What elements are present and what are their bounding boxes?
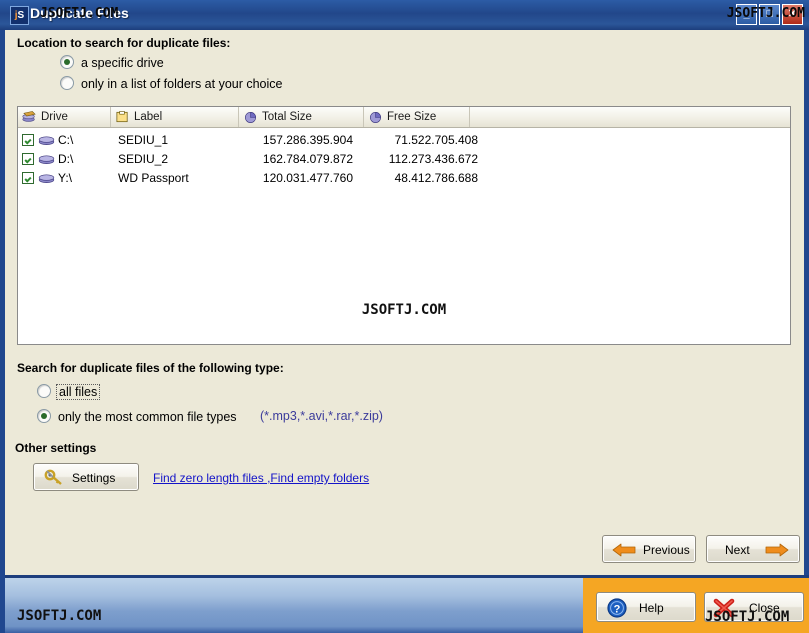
drive-list-header: Drive Label Total Size Free Size xyxy=(18,107,790,128)
pie-chart-icon xyxy=(370,111,381,123)
arrow-left-icon xyxy=(612,543,636,557)
column-header-free-size-label: Free Size xyxy=(387,111,437,123)
row-drive: Y:\ xyxy=(58,171,73,185)
radio-folder-list[interactable]: only in a list of folders at your choice xyxy=(60,76,283,91)
column-header-label[interactable]: Label xyxy=(111,107,239,127)
column-header-drive[interactable]: Drive xyxy=(18,107,111,127)
title-watermark: JSOFTJ.COM xyxy=(40,6,119,21)
radio-common-types[interactable]: only the most common file types xyxy=(37,409,237,424)
row-total-size: 157.286.395.904 xyxy=(262,133,353,147)
row-total-size: 162.784.079.872 xyxy=(262,152,353,166)
arrow-right-icon xyxy=(765,543,789,557)
radio-folder-list-indicator xyxy=(60,76,74,90)
row-free-size: 112.273.436.672 xyxy=(388,152,478,166)
hard-drive-icon xyxy=(38,136,55,145)
radio-specific-drive[interactable]: a specific drive xyxy=(60,55,164,70)
svg-text:?: ? xyxy=(614,604,621,616)
title-watermark-right: JSOFTJ.COM xyxy=(726,6,805,21)
row-label: WD Passport xyxy=(118,171,189,185)
application-window: jS Duplicate Files JSOFTJ.COM _ □ ✕ JSOF… xyxy=(0,0,809,633)
row-free-size: 71.522.705.408 xyxy=(394,133,478,147)
row-drive: C:\ xyxy=(58,133,74,147)
radio-folder-list-label: only in a list of folders at your choice xyxy=(81,77,283,91)
previous-button-label: Previous xyxy=(643,543,690,557)
row-label: SEDIU_2 xyxy=(118,152,169,166)
client-area: Location to search for duplicate files: … xyxy=(5,30,804,575)
radio-all-files[interactable]: all files xyxy=(37,384,101,400)
row-free-size: 48.412.786.688 xyxy=(394,171,478,185)
drive-list-watermark: JSOFTJ.COM xyxy=(361,302,447,318)
table-row[interactable]: Y:\ WD Passport 120.031.477.760 48.412.7… xyxy=(18,170,790,187)
radio-common-types-label: only the most common file types xyxy=(58,410,237,424)
column-header-total-size[interactable]: Total Size xyxy=(239,107,364,127)
drive-list[interactable]: Drive Label Total Size Free Size C:\ SED… xyxy=(17,106,791,345)
pie-chart-icon xyxy=(245,111,256,123)
row-checkbox[interactable] xyxy=(22,134,34,146)
footer-watermark-left: JSOFTJ.COM xyxy=(17,608,102,624)
radio-specific-drive-indicator xyxy=(60,55,74,69)
help-button-label: Help xyxy=(639,601,664,615)
title-bar: jS Duplicate Files JSOFTJ.COM _ □ ✕ JSOF… xyxy=(0,0,809,30)
other-settings-links: Find zero length files ,Find empty folde… xyxy=(153,471,369,485)
hard-drive-icon xyxy=(38,174,55,183)
row-checkbox[interactable] xyxy=(22,153,34,165)
settings-button[interactable]: Settings xyxy=(33,463,139,491)
column-header-free-size[interactable]: Free Size xyxy=(364,107,470,127)
link-find-zero-length-files[interactable]: Find zero length files xyxy=(153,471,267,485)
row-drive: D:\ xyxy=(58,152,74,166)
location-section-title: Location to search for duplicate files: xyxy=(17,36,231,50)
radio-all-files-indicator xyxy=(37,384,51,398)
column-header-drive-label: Drive xyxy=(41,111,68,123)
column-header-spacer xyxy=(470,107,790,127)
table-row[interactable]: C:\ SEDIU_1 157.286.395.904 71.522.705.4… xyxy=(18,132,790,149)
app-icon: jS xyxy=(10,6,29,25)
key-icon xyxy=(44,469,62,485)
other-settings-title: Other settings xyxy=(15,441,97,455)
previous-button[interactable]: Previous xyxy=(602,535,696,563)
link-find-empty-folders[interactable]: ,Find empty folders xyxy=(267,471,369,485)
hard-drive-icon xyxy=(38,155,55,164)
footer-watermark-right: JSOFTJ.COM xyxy=(705,609,790,625)
next-button-label: Next xyxy=(725,543,750,557)
column-header-label-label: Label xyxy=(134,111,163,123)
column-header-total-size-label: Total Size xyxy=(262,111,312,123)
radio-all-files-label: all files xyxy=(56,384,101,400)
radio-common-types-indicator xyxy=(37,409,51,423)
type-section-title: Search for duplicate files of the follow… xyxy=(17,361,284,375)
row-checkbox[interactable] xyxy=(22,172,34,184)
table-row[interactable]: D:\ SEDIU_2 162.784.079.872 112.273.436.… xyxy=(18,151,790,168)
radio-specific-drive-label: a specific drive xyxy=(81,56,164,70)
row-label: SEDIU_1 xyxy=(118,133,169,147)
extensions-hint: (*.mp3,*.avi,*.rar,*.zip) xyxy=(260,409,383,423)
help-icon: ? xyxy=(607,598,627,618)
help-button[interactable]: ? Help xyxy=(596,592,696,622)
tag-icon xyxy=(116,111,128,123)
settings-button-label: Settings xyxy=(72,471,116,485)
drive-list-rows: C:\ SEDIU_1 157.286.395.904 71.522.705.4… xyxy=(18,132,790,187)
drive-stack-icon xyxy=(22,111,36,122)
next-button[interactable]: Next xyxy=(706,535,800,563)
row-total-size: 120.031.477.760 xyxy=(262,171,353,185)
